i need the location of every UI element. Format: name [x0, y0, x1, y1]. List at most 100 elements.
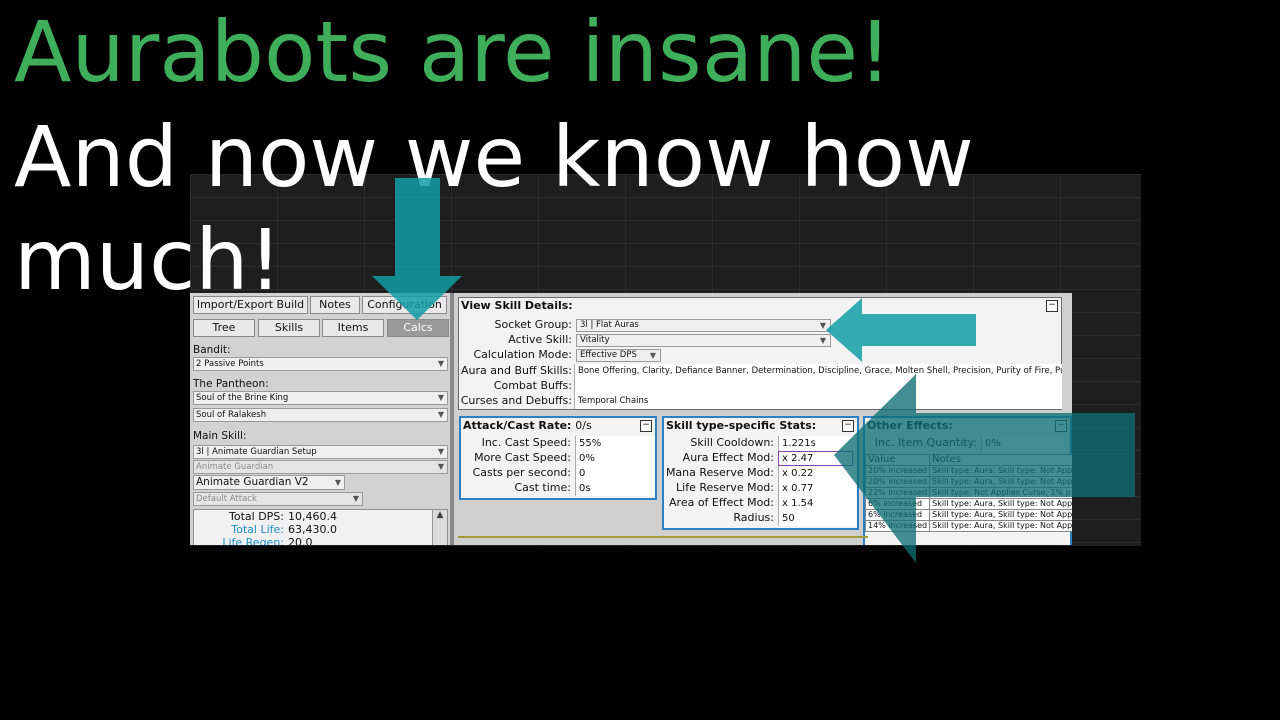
- path-of-building-window: Import/Export Build Notes Configuration …: [190, 293, 1072, 545]
- row-label: Inc. Cast Speed:: [481, 436, 571, 449]
- table-cell: 14% increased: [864, 520, 931, 532]
- curses-row: Curses and Debuffs: Temporal Chains: [459, 394, 1062, 409]
- main-skill-sub-select[interactable]: Animate Guardian ▼: [193, 460, 448, 474]
- row-label: Socket Group:: [494, 318, 572, 331]
- table-cell: Skill type: Aura, Skill type: Not App: [929, 465, 1072, 477]
- tab-tree[interactable]: Tree: [193, 319, 255, 337]
- tab-items[interactable]: Items: [322, 319, 384, 337]
- chevron-down-icon: ▼: [437, 447, 444, 456]
- table-row: 20% increased Skill type: Aura, Skill typ…: [864, 476, 1072, 488]
- row-label: Mana Reserve Mod:: [665, 466, 774, 479]
- stat-row: Aura Effect Mod: x 2.47: [664, 451, 857, 466]
- aura-buff-row: Aura and Buff Skills: Bone Offering, Cla…: [459, 364, 1062, 379]
- notes-button[interactable]: Notes: [310, 296, 360, 314]
- row-label: Area of Effect Mod:: [669, 496, 774, 509]
- table-row: 14% increased Skill type: Aura, Skill typ…: [864, 520, 1072, 532]
- stat-row: Cast time: 0s: [461, 481, 655, 496]
- row-value: x 1.54: [778, 496, 856, 511]
- column-header-value: Value: [864, 454, 931, 466]
- stat-row: Area of Effect Mod: x 1.54: [664, 496, 857, 511]
- table-row: 6% increased Skill type: Aura, Skill type…: [864, 509, 1072, 521]
- minimize-icon[interactable]: −: [842, 420, 854, 432]
- view-skill-details-panel: View Skill Details: − Socket Group: 3l |…: [458, 297, 1062, 410]
- socket-group-select[interactable]: 3l | Flat Auras ▼: [576, 319, 831, 332]
- row-label: Life Reserve Mod:: [676, 481, 774, 494]
- minimize-icon[interactable]: −: [1046, 300, 1058, 312]
- pantheon-label: The Pantheon:: [193, 378, 269, 390]
- tab-calcs[interactable]: Calcs: [387, 319, 449, 337]
- stat-row: Mana Reserve Mod: x 0.22: [664, 466, 857, 481]
- stat-row: Radius: 50: [664, 511, 857, 526]
- table-cell: Skill type: Aura, Skill type: Not App: [929, 509, 1072, 521]
- tab-skills[interactable]: Skills: [258, 319, 320, 337]
- panel-divider[interactable]: [450, 293, 454, 545]
- skill-version-select[interactable]: Animate Guardian V2 ▼: [193, 475, 345, 490]
- bandit-select[interactable]: 2 Passive Points ▼: [193, 357, 448, 371]
- row-value: 0%: [981, 436, 1065, 451]
- aura-buff-value: Bone Offering, Clarity, Defiance Banner,…: [574, 364, 1062, 379]
- skill-part-select[interactable]: Default Attack ▼: [193, 492, 363, 506]
- bandit-label: Bandit:: [193, 344, 231, 356]
- active-skill-row: Active Skill: Vitality ▼: [459, 333, 1059, 348]
- chevron-down-icon: ▼: [437, 462, 444, 471]
- row-label: Skill Cooldown:: [690, 436, 774, 449]
- stats-scrollbar[interactable]: ▲: [432, 510, 447, 545]
- active-skill-select[interactable]: Vitality ▼: [576, 334, 831, 347]
- combat-buffs-row: Combat Buffs:: [459, 379, 1062, 394]
- table-cell: 6% increased: [864, 509, 931, 521]
- row-label: Aura and Buff Skills:: [461, 364, 572, 377]
- row-value: x 0.22: [778, 466, 856, 481]
- row-value: 55%: [575, 436, 654, 451]
- row-value: 0: [575, 466, 654, 481]
- headline-line-2: And now we know how: [14, 108, 974, 206]
- row-label: Calculation Mode:: [473, 348, 572, 361]
- combat-buffs-value: [574, 379, 1062, 394]
- chevron-down-icon: ▼: [352, 494, 359, 503]
- calculation-mode-row: Calculation Mode: Effective DPS ▼: [459, 348, 1059, 363]
- table-row: 22% increased Skill type: Not Applies Cur…: [864, 487, 1072, 499]
- stat-row: More Cast Speed: 0%: [461, 451, 655, 466]
- stat-value: 63,430.0: [288, 523, 337, 536]
- table-cell: 22% increased: [864, 487, 931, 499]
- minimize-icon[interactable]: −: [640, 420, 652, 432]
- table-cell: 6% increased: [864, 498, 931, 510]
- pantheon-major-select[interactable]: Soul of the Brine King ▼: [193, 391, 448, 405]
- row-label: Aura Effect Mod:: [682, 451, 774, 464]
- chevron-down-icon: ▼: [437, 359, 444, 368]
- calculation-mode-select[interactable]: Effective DPS ▼: [576, 349, 661, 362]
- headline-line-3: much!: [14, 211, 283, 309]
- section-divider: [458, 536, 868, 538]
- main-skill-select[interactable]: 3l | Animate Guardian Setup ▼: [193, 445, 448, 459]
- table-row: 6% increased Skill type: Aura, Skill type…: [864, 498, 1072, 510]
- row-label: More Cast Speed:: [474, 451, 571, 464]
- pantheon-minor-select[interactable]: Soul of Ralakesh ▼: [193, 408, 448, 422]
- row-label: Curses and Debuffs:: [460, 394, 572, 407]
- panel-title: Skill type-specific Stats:: [666, 419, 817, 432]
- stat-label: Life Regen:: [222, 536, 284, 545]
- panel-title: View Skill Details:: [461, 299, 573, 312]
- chevron-down-icon: ▼: [437, 393, 444, 402]
- headline-line-1: Aurabots are insane!: [14, 3, 892, 101]
- stats-list: Total DPS: 10,460.4 Total Life: 63,430.0…: [193, 509, 448, 545]
- stat-row: Inc. Item Quantity: 0%: [865, 436, 1065, 451]
- row-label: Casts per second:: [472, 466, 571, 479]
- minimize-icon[interactable]: −: [1055, 420, 1067, 432]
- row-value: 1.221s: [778, 436, 856, 451]
- table-cell: Skill type: Aura, Skill type: Not App: [929, 476, 1072, 488]
- configuration-button[interactable]: Configuration: [362, 296, 447, 314]
- chevron-down-icon: ▼: [334, 478, 341, 487]
- skill-type-stats-panel: Skill type-specific Stats: − Skill Coold…: [662, 416, 859, 530]
- other-effects-panel: Other Effects: − Inc. Item Quantity: 0% …: [863, 416, 1072, 545]
- table-cell: Skill type: Aura, Skill type: Not App: [929, 520, 1072, 532]
- column-header-notes: Notes: [929, 454, 1072, 466]
- scroll-up-icon[interactable]: ▲: [433, 510, 447, 520]
- chevron-down-icon: ▼: [649, 351, 656, 360]
- effects-table: Value Notes 20% increased Skill type: Aur…: [864, 454, 1072, 532]
- row-value: 0s: [575, 481, 654, 496]
- panel-title: Attack/Cast Rate: 0/s: [463, 419, 592, 432]
- table-row: 20% increased Skill type: Aura, Skill typ…: [864, 465, 1072, 477]
- row-label: Active Skill:: [508, 333, 572, 346]
- panel-title: Other Effects:: [867, 419, 953, 432]
- row-label: Inc. Item Quantity:: [874, 436, 977, 449]
- stat-value: 20.0: [288, 536, 313, 545]
